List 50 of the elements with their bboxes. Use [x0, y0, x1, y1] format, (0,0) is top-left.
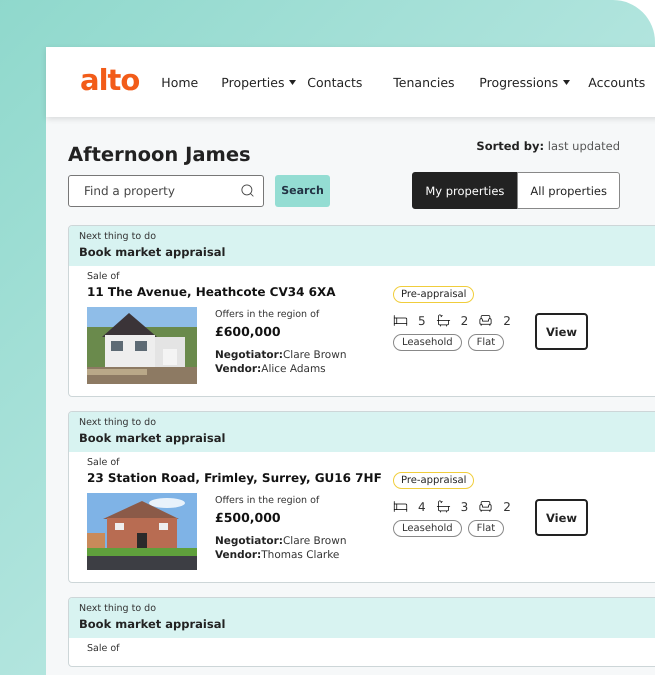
- bathroom-count: 2: [460, 314, 468, 328]
- nav-link[interactable]: Tenancies: [393, 74, 480, 90]
- bed-icon: [393, 313, 408, 328]
- negotiator: Negotiator:Clare Brown: [215, 349, 348, 361]
- task-title: Book market appraisal: [79, 431, 226, 445]
- negotiator: Negotiator:Clare Brown: [215, 535, 348, 547]
- price: £600,000: [215, 324, 282, 339]
- view-button[interactable]: View: [535, 313, 588, 350]
- property-address: 23 Station Road, Frimley, Surrey, GU16 7HF: [87, 471, 382, 485]
- nav-link[interactable]: Home: [161, 74, 222, 90]
- nav-link[interactable]: Properties: [221, 74, 308, 90]
- search-field[interactable]: Find a property: [68, 174, 264, 206]
- nav-link[interactable]: Accounts: [588, 74, 655, 90]
- property-address: 11 The Avenue, Heathcote CV34 6XA: [87, 285, 336, 299]
- nav-link[interactable]: Contacts: [307, 74, 394, 90]
- next-label: Next thing to do: [79, 603, 158, 614]
- offer-label: Offers in the region of: [215, 495, 320, 506]
- bedroom-count: 5: [418, 314, 426, 328]
- tag: Leasehold: [393, 334, 462, 351]
- price: £500,000: [215, 510, 282, 525]
- next-label: Next thing to do: [79, 417, 158, 428]
- bathroom-count: 3: [460, 500, 468, 514]
- bath-icon: [436, 313, 451, 328]
- next-label: Next thing to do: [79, 231, 158, 242]
- filter-tab[interactable]: My properties: [412, 172, 518, 209]
- tag: Flat: [468, 334, 504, 351]
- vendor: Vendor:Alice Adams: [215, 363, 327, 375]
- bedroom-count: 4: [418, 500, 426, 514]
- search-button[interactable]: Search: [275, 174, 330, 206]
- status-badge: Pre-appraisal: [393, 286, 474, 303]
- vendor: Vendor:Thomas Clarke: [215, 549, 340, 561]
- task-title: Book market appraisal: [79, 617, 226, 631]
- filter-tab[interactable]: All properties: [517, 172, 620, 209]
- nav-link[interactable]: Progressions: [479, 74, 588, 90]
- reception-count: 2: [503, 500, 511, 514]
- task-title: Book market appraisal: [79, 245, 226, 259]
- sort-label: Sorted by: last updated: [476, 139, 620, 153]
- bath-icon: [436, 499, 451, 514]
- search-icon: [240, 182, 255, 198]
- bed-icon: [393, 499, 408, 514]
- status-badge: Pre-appraisal: [393, 472, 474, 489]
- sale-label: Sale of: [87, 271, 121, 282]
- tag: Flat: [468, 520, 504, 537]
- offer-label: Offers in the region of: [215, 309, 320, 320]
- sale-label: Sale of: [87, 643, 121, 654]
- sale-label: Sale of: [87, 457, 121, 468]
- tag: Leasehold: [393, 520, 462, 537]
- greeting: Afternoon James: [68, 143, 251, 166]
- reception-count: 2: [503, 314, 511, 328]
- view-button[interactable]: View: [535, 499, 588, 536]
